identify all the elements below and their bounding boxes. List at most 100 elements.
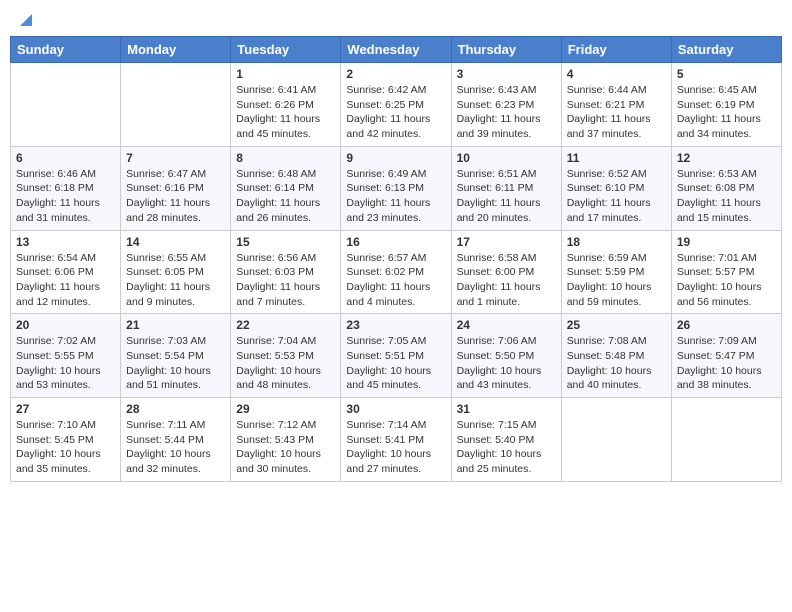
calendar-cell: 24 Sunrise: 7:06 AM Sunset: 5:50 PM Dayli…	[451, 314, 561, 398]
day-number: 28	[126, 402, 225, 416]
day-info: Sunrise: 6:58 AM Sunset: 6:00 PM Dayligh…	[457, 251, 556, 310]
weekday-header: Monday	[121, 37, 231, 63]
day-info: Sunrise: 6:48 AM Sunset: 6:14 PM Dayligh…	[236, 167, 335, 226]
day-info: Sunrise: 6:56 AM Sunset: 6:03 PM Dayligh…	[236, 251, 335, 310]
calendar-cell: 15 Sunrise: 6:56 AM Sunset: 6:03 PM Dayli…	[231, 230, 341, 314]
day-number: 20	[16, 318, 115, 332]
day-number: 27	[16, 402, 115, 416]
day-info: Sunrise: 7:15 AM Sunset: 5:40 PM Dayligh…	[457, 418, 556, 477]
day-info: Sunrise: 7:10 AM Sunset: 5:45 PM Dayligh…	[16, 418, 115, 477]
day-info: Sunrise: 7:03 AM Sunset: 5:54 PM Dayligh…	[126, 334, 225, 393]
calendar-cell: 10 Sunrise: 6:51 AM Sunset: 6:11 PM Dayli…	[451, 146, 561, 230]
day-number: 15	[236, 235, 335, 249]
calendar-cell: 21Sunrise: 7:03 AM Sunset: 5:54 PM Dayli…	[121, 314, 231, 398]
day-number: 26	[677, 318, 776, 332]
day-number: 14	[126, 235, 225, 249]
calendar-cell: 19 Sunrise: 7:01 AM Sunset: 5:57 PM Dayli…	[671, 230, 781, 314]
day-number: 19	[677, 235, 776, 249]
weekday-header: Thursday	[451, 37, 561, 63]
day-info: Sunrise: 6:51 AM Sunset: 6:11 PM Dayligh…	[457, 167, 556, 226]
day-number: 30	[346, 402, 445, 416]
weekday-header: Saturday	[671, 37, 781, 63]
calendar-cell: 16 Sunrise: 6:57 AM Sunset: 6:02 PM Dayli…	[341, 230, 451, 314]
calendar-cell: 5 Sunrise: 6:45 AM Sunset: 6:19 PM Daylig…	[671, 63, 781, 147]
day-number: 4	[567, 67, 666, 81]
day-number: 5	[677, 67, 776, 81]
day-info: Sunrise: 7:12 AM Sunset: 5:43 PM Dayligh…	[236, 418, 335, 477]
day-info: Sunrise: 7:09 AM Sunset: 5:47 PM Dayligh…	[677, 334, 776, 393]
day-info: Sunrise: 6:59 AM Sunset: 5:59 PM Dayligh…	[567, 251, 666, 310]
calendar-cell	[561, 398, 671, 482]
day-number: 3	[457, 67, 556, 81]
calendar-week-row: 27 Sunrise: 7:10 AM Sunset: 5:45 PM Dayli…	[11, 398, 782, 482]
day-number: 6	[16, 151, 115, 165]
calendar-cell	[121, 63, 231, 147]
calendar-cell: 9 Sunrise: 6:49 AM Sunset: 6:13 PM Daylig…	[341, 146, 451, 230]
calendar-cell: 26 Sunrise: 7:09 AM Sunset: 5:47 PM Dayli…	[671, 314, 781, 398]
day-number: 7	[126, 151, 225, 165]
day-info: Sunrise: 6:52 AM Sunset: 6:10 PM Dayligh…	[567, 167, 666, 226]
day-number: 16	[346, 235, 445, 249]
weekday-header: Sunday	[11, 37, 121, 63]
day-info: Sunrise: 7:14 AM Sunset: 5:41 PM Dayligh…	[346, 418, 445, 477]
weekday-header: Friday	[561, 37, 671, 63]
calendar-cell: 14Sunrise: 6:55 AM Sunset: 6:05 PM Dayli…	[121, 230, 231, 314]
day-number: 17	[457, 235, 556, 249]
day-number: 8	[236, 151, 335, 165]
day-info: Sunrise: 6:45 AM Sunset: 6:19 PM Dayligh…	[677, 83, 776, 142]
day-number: 25	[567, 318, 666, 332]
calendar-cell: 3Sunrise: 6:43 AM Sunset: 6:23 PM Daylig…	[451, 63, 561, 147]
calendar-cell: 1 Sunrise: 6:41 AM Sunset: 6:26 PM Daylig…	[231, 63, 341, 147]
calendar-cell	[11, 63, 121, 147]
calendar-cell: 28 Sunrise: 7:11 AM Sunset: 5:44 PM Dayli…	[121, 398, 231, 482]
day-number: 1	[236, 67, 335, 81]
day-info: Sunrise: 7:05 AM Sunset: 5:51 PM Dayligh…	[346, 334, 445, 393]
calendar-cell: 6 Sunrise: 6:46 AM Sunset: 6:18 PM Daylig…	[11, 146, 121, 230]
calendar-cell: 13 Sunrise: 6:54 AM Sunset: 6:06 PM Dayli…	[11, 230, 121, 314]
day-number: 31	[457, 402, 556, 416]
calendar-cell: 30 Sunrise: 7:14 AM Sunset: 5:41 PM Dayli…	[341, 398, 451, 482]
calendar-cell: 31 Sunrise: 7:15 AM Sunset: 5:40 PM Dayli…	[451, 398, 561, 482]
day-info: Sunrise: 7:01 AM Sunset: 5:57 PM Dayligh…	[677, 251, 776, 310]
day-number: 24	[457, 318, 556, 332]
day-info: Sunrise: 6:47 AM Sunset: 6:16 PM Dayligh…	[126, 167, 225, 226]
day-number: 13	[16, 235, 115, 249]
day-info: Sunrise: 6:46 AM Sunset: 6:18 PM Dayligh…	[16, 167, 115, 226]
day-info: Sunrise: 6:44 AM Sunset: 6:21 PM Dayligh…	[567, 83, 666, 142]
calendar-header-row: SundayMondayTuesdayWednesdayThursdayFrid…	[11, 37, 782, 63]
day-info: Sunrise: 6:41 AM Sunset: 6:26 PM Dayligh…	[236, 83, 335, 142]
calendar-cell	[671, 398, 781, 482]
calendar-week-row: 6 Sunrise: 6:46 AM Sunset: 6:18 PM Daylig…	[11, 146, 782, 230]
calendar-cell: 23Sunrise: 7:05 AM Sunset: 5:51 PM Dayli…	[341, 314, 451, 398]
day-info: Sunrise: 7:11 AM Sunset: 5:44 PM Dayligh…	[126, 418, 225, 477]
day-number: 22	[236, 318, 335, 332]
calendar-cell: 27 Sunrise: 7:10 AM Sunset: 5:45 PM Dayli…	[11, 398, 121, 482]
weekday-header: Wednesday	[341, 37, 451, 63]
calendar-cell: 18 Sunrise: 6:59 AM Sunset: 5:59 PM Dayli…	[561, 230, 671, 314]
day-info: Sunrise: 6:54 AM Sunset: 6:06 PM Dayligh…	[16, 251, 115, 310]
calendar-table: SundayMondayTuesdayWednesdayThursdayFrid…	[10, 36, 782, 482]
day-info: Sunrise: 6:57 AM Sunset: 6:02 PM Dayligh…	[346, 251, 445, 310]
calendar-cell: 4 Sunrise: 6:44 AM Sunset: 6:21 PM Daylig…	[561, 63, 671, 147]
calendar-week-row: 1 Sunrise: 6:41 AM Sunset: 6:26 PM Daylig…	[11, 63, 782, 147]
day-number: 9	[346, 151, 445, 165]
calendar-cell: 12 Sunrise: 6:53 AM Sunset: 6:08 PM Dayli…	[671, 146, 781, 230]
calendar-cell: 2Sunrise: 6:42 AM Sunset: 6:25 PM Daylig…	[341, 63, 451, 147]
day-number: 10	[457, 151, 556, 165]
day-number: 18	[567, 235, 666, 249]
calendar-cell: 20Sunrise: 7:02 AM Sunset: 5:55 PM Dayli…	[11, 314, 121, 398]
calendar-cell: 25 Sunrise: 7:08 AM Sunset: 5:48 PM Dayli…	[561, 314, 671, 398]
day-info: Sunrise: 6:49 AM Sunset: 6:13 PM Dayligh…	[346, 167, 445, 226]
day-info: Sunrise: 7:08 AM Sunset: 5:48 PM Dayligh…	[567, 334, 666, 393]
day-info: Sunrise: 6:42 AM Sunset: 6:25 PM Dayligh…	[346, 83, 445, 142]
day-info: Sunrise: 6:53 AM Sunset: 6:08 PM Dayligh…	[677, 167, 776, 226]
calendar-cell: 17 Sunrise: 6:58 AM Sunset: 6:00 PM Dayli…	[451, 230, 561, 314]
day-info: Sunrise: 7:06 AM Sunset: 5:50 PM Dayligh…	[457, 334, 556, 393]
weekday-header: Tuesday	[231, 37, 341, 63]
calendar-cell: 11Sunrise: 6:52 AM Sunset: 6:10 PM Dayli…	[561, 146, 671, 230]
calendar-cell: 29Sunrise: 7:12 AM Sunset: 5:43 PM Dayli…	[231, 398, 341, 482]
day-number: 12	[677, 151, 776, 165]
calendar-week-row: 20Sunrise: 7:02 AM Sunset: 5:55 PM Dayli…	[11, 314, 782, 398]
calendar-week-row: 13 Sunrise: 6:54 AM Sunset: 6:06 PM Dayli…	[11, 230, 782, 314]
day-info: Sunrise: 7:04 AM Sunset: 5:53 PM Dayligh…	[236, 334, 335, 393]
